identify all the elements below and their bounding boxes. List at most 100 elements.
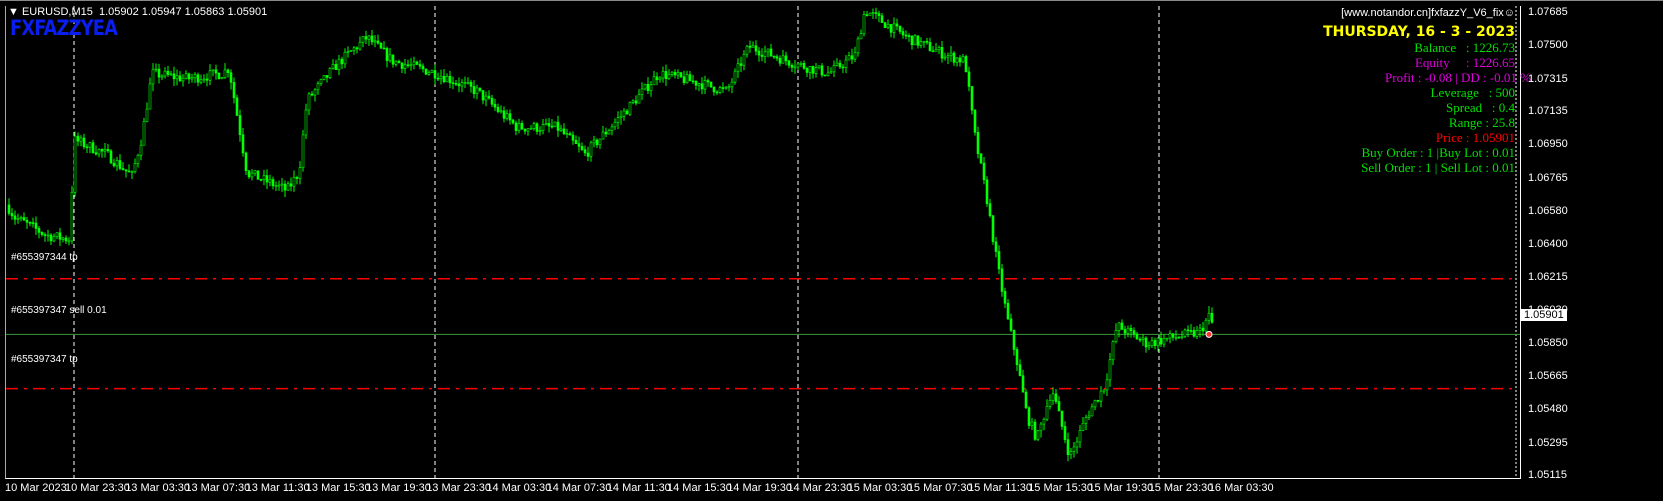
- candle-body: [298, 167, 302, 179]
- profit-label: Profit : -0.08 | DD : -0.01 %: [1385, 70, 1531, 85]
- candle-body: [679, 72, 683, 78]
- candle-body: [793, 66, 797, 69]
- candle-body: [475, 87, 479, 94]
- candle-body: [1021, 375, 1025, 393]
- candle-body: [952, 52, 956, 63]
- candle-body: [769, 48, 773, 57]
- candle-body: [892, 23, 896, 33]
- candle-body: [130, 171, 134, 174]
- candle-body: [280, 183, 284, 186]
- candle-body: [1006, 303, 1010, 320]
- candle-body: [235, 97, 239, 116]
- candle-body: [289, 183, 293, 187]
- candle-body: [598, 138, 602, 146]
- candle-body: [442, 75, 446, 83]
- candle-body: [499, 110, 503, 113]
- candle-body: [1156, 337, 1160, 347]
- price-tick-label: 1.07500: [1528, 39, 1568, 52]
- candle-body: [964, 56, 968, 73]
- candle-body: [1078, 430, 1082, 443]
- candle-body: [94, 152, 98, 155]
- candle-body: [826, 72, 830, 76]
- time-tick-label: 14 Mar 07:30: [546, 482, 612, 494]
- candle-body: [1051, 393, 1055, 401]
- candle-body: [1027, 407, 1031, 426]
- candle-body: [715, 91, 719, 94]
- candle-body: [1099, 390, 1103, 402]
- candle-body: [1024, 391, 1028, 409]
- candle-body: [454, 82, 458, 85]
- candle-body: [850, 55, 854, 60]
- candle-body: [514, 122, 518, 131]
- time-tick-label: 13 Mar 23:30: [426, 482, 492, 494]
- spread-label: Spread : 0.4: [1446, 100, 1515, 115]
- candle-body: [934, 49, 938, 52]
- candle-body: [46, 234, 50, 237]
- candle-body: [415, 61, 419, 65]
- candle-body: [127, 170, 131, 173]
- candle-body: [1096, 399, 1100, 402]
- entry-order-label: #655397347 sell 0.01: [11, 305, 107, 316]
- candle-body: [1000, 268, 1004, 292]
- candle-body: [742, 53, 746, 66]
- candle-body: [724, 86, 728, 89]
- price-tick-label: 1.05295: [1528, 436, 1568, 449]
- candle-body: [781, 55, 785, 64]
- candle-body: [1075, 441, 1079, 448]
- candle-body: [1054, 393, 1058, 402]
- chart-window[interactable]: ▼ EURUSD,M15 1.05902 1.05947 1.05863 1.0…: [0, 0, 1663, 501]
- candle-body: [478, 87, 482, 91]
- candle-body: [898, 25, 902, 32]
- candle-body: [688, 74, 692, 82]
- time-tick-label: 15 Mar 03:30: [847, 482, 913, 494]
- candle-body: [604, 131, 608, 135]
- time-tick-label: 13 Mar 07:30: [185, 482, 251, 494]
- candle-body: [373, 40, 377, 43]
- candle-body: [184, 73, 188, 79]
- time-tick-label: 15 Mar 15:30: [1028, 482, 1094, 494]
- candle-body: [727, 86, 731, 89]
- candle-body: [1081, 422, 1085, 431]
- candle-body: [664, 71, 668, 80]
- candle-body: [757, 50, 761, 56]
- candle-body: [721, 87, 725, 89]
- candle-body: [631, 100, 635, 103]
- chart-plot-area[interactable]: [5, 6, 1521, 479]
- candle-body: [703, 80, 707, 90]
- candle-body: [319, 79, 323, 84]
- candle-body: [535, 123, 539, 132]
- candle-body: [142, 121, 146, 146]
- candle-body: [1207, 312, 1211, 321]
- candle-body: [1186, 329, 1190, 332]
- candle-body: [670, 71, 674, 75]
- candle-body: [865, 14, 869, 16]
- candle-body: [1039, 423, 1043, 432]
- candle-body: [949, 52, 953, 56]
- order-arrow-icon: [1205, 330, 1213, 338]
- candle-body: [1123, 329, 1127, 334]
- candle-body: [136, 154, 140, 164]
- candle-body: [778, 57, 782, 64]
- candle-body: [628, 102, 632, 115]
- candle-body: [1165, 337, 1169, 340]
- candle-body: [199, 79, 203, 83]
- candle-body: [709, 81, 713, 88]
- candle-body: [748, 45, 752, 48]
- candle-body: [349, 50, 353, 52]
- candle-body: [820, 65, 824, 76]
- candle-body: [547, 123, 551, 127]
- candle-body: [832, 65, 836, 73]
- leverage-label: Leverage : 500: [1430, 85, 1515, 100]
- candle-body: [316, 83, 320, 91]
- candle-body: [19, 217, 23, 220]
- candle-body: [160, 75, 164, 78]
- candle-body: [388, 54, 392, 61]
- candle-body: [310, 93, 314, 96]
- candle-body: [256, 170, 260, 180]
- price-tick-label: 1.05480: [1528, 403, 1568, 416]
- candle-body: [1159, 337, 1163, 345]
- candle-body: [7, 204, 11, 214]
- candle-body: [493, 103, 497, 108]
- candle-body: [1147, 345, 1151, 348]
- candle-body: [97, 149, 101, 155]
